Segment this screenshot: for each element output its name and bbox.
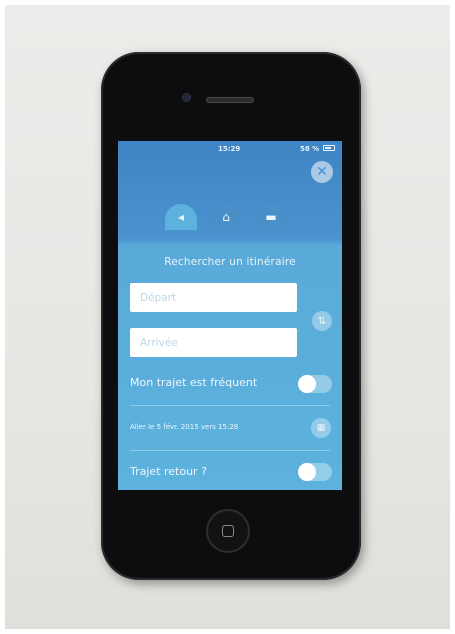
tab-walk[interactable]: ◂ (165, 204, 197, 230)
toggle-knob (298, 463, 316, 481)
phone-screen: 15:29 58 % ✕ ◂ ⌂ ▬ Rechercher un itinéra… (118, 141, 342, 490)
tickets-icon: ▬ (265, 210, 277, 224)
divider (130, 405, 330, 406)
status-bar: 15:29 58 % (118, 141, 342, 157)
swap-button[interactable]: ⇅ (312, 311, 332, 331)
tab-tickets[interactable]: ▬ (255, 204, 287, 230)
status-time: 15:29 (218, 145, 241, 153)
status-battery-percent: 58 % (300, 145, 320, 153)
departure-date-label[interactable]: Aller le 5 févr. 2015 vers 15:28 (130, 423, 238, 431)
toggle-knob (298, 375, 316, 393)
close-button[interactable]: ✕ (311, 161, 333, 183)
arrival-input[interactable] (130, 328, 297, 357)
panel-title: Rechercher un itinéraire (164, 256, 296, 268)
return-trip-label: Trajet retour ? (130, 465, 207, 478)
close-icon: ✕ (316, 164, 328, 180)
home-button[interactable] (208, 511, 248, 551)
front-camera (183, 94, 190, 101)
calendar-icon: ▦ (316, 423, 326, 433)
calendar-button[interactable]: ▦ (311, 418, 331, 438)
home-square-icon (222, 525, 234, 537)
monument-icon: ⌂ (222, 210, 230, 224)
frequent-trip-label: Mon trajet est fréquent (130, 376, 258, 389)
return-trip-toggle[interactable] (298, 463, 332, 481)
frequent-trip-toggle[interactable] (298, 375, 332, 393)
earpiece-speaker (206, 97, 254, 103)
battery-icon (323, 145, 335, 151)
tab-monument[interactable]: ⌂ (210, 204, 242, 230)
departure-input[interactable] (130, 283, 297, 312)
divider (130, 450, 330, 451)
walk-icon: ◂ (177, 210, 185, 224)
swap-icon: ⇅ (317, 315, 327, 327)
